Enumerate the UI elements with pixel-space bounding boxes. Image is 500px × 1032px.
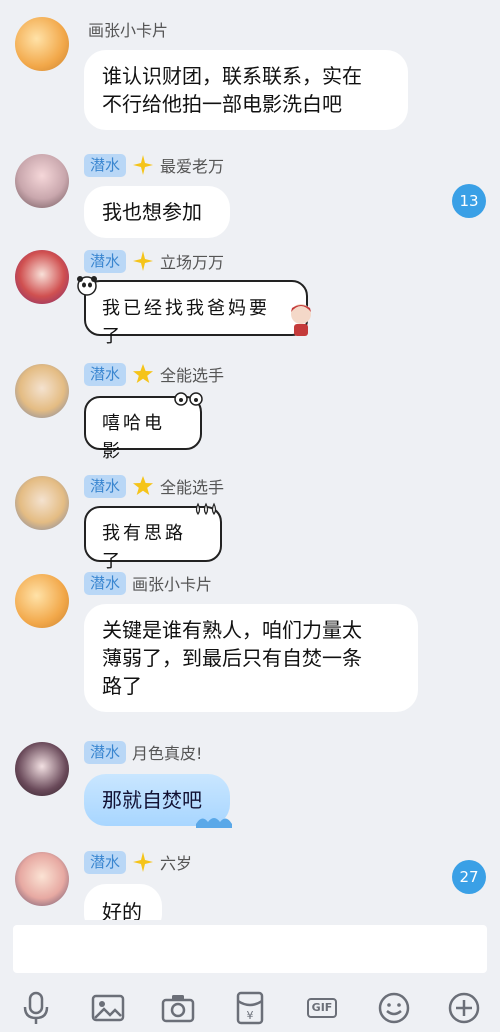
svg-text:¥: ¥ bbox=[247, 1009, 254, 1022]
member-badge: 潜水 bbox=[84, 740, 127, 764]
member-badge: 潜水 bbox=[84, 850, 127, 874]
sender-meta: 潜水 画张小卡片 bbox=[84, 570, 212, 596]
sender-meta: 潜水 最爱老万 bbox=[84, 152, 224, 178]
avatar[interactable] bbox=[15, 250, 69, 304]
sparkle-icon bbox=[133, 155, 154, 175]
microphone-icon[interactable] bbox=[18, 990, 54, 1026]
member-badge: 潜水 bbox=[84, 571, 127, 595]
message-text-line: 不行给他拍一部电影洗白吧 bbox=[102, 92, 342, 116]
sender-meta: 画张小卡片 bbox=[88, 16, 168, 42]
avatar[interactable] bbox=[15, 364, 69, 418]
sender-name: 六岁 bbox=[160, 854, 193, 873]
unread-count-badge[interactable]: 13 bbox=[452, 184, 486, 218]
avatar[interactable] bbox=[15, 17, 69, 71]
member-badge: 潜水 bbox=[84, 153, 127, 177]
sender-name: 立场万万 bbox=[160, 253, 225, 272]
character-sticker-icon bbox=[291, 304, 311, 336]
message-text-line: 谁认识财团，联系联系，实在 bbox=[102, 64, 362, 88]
panda-sticker-icon bbox=[77, 276, 97, 296]
unread-count-badge[interactable]: 27 bbox=[452, 860, 486, 894]
input-bar: ¥ GIF bbox=[0, 920, 500, 1032]
message-bubble[interactable]: 谁认识财团，联系联系，实在 不行给他拍一部电影洗白吧 bbox=[84, 50, 408, 130]
camera-icon[interactable] bbox=[160, 990, 196, 1026]
input-toolbar: ¥ GIF bbox=[0, 990, 500, 1030]
sparkle-icon bbox=[133, 852, 154, 872]
sender-name: 月色真皮! bbox=[132, 744, 203, 763]
star-icon bbox=[133, 476, 154, 495]
message-text: 我已经找我爸妈要了 bbox=[102, 298, 270, 347]
avatar[interactable] bbox=[15, 476, 69, 530]
message-text-line: 关键是谁有熟人，咱们力量太 bbox=[102, 618, 362, 642]
sparkle-icon bbox=[133, 251, 154, 271]
member-badge: 潜水 bbox=[84, 249, 127, 273]
sender-meta: 潜水 月色真皮! bbox=[84, 739, 202, 765]
avatar[interactable] bbox=[15, 574, 69, 628]
sender-meta: 潜水 全能选手 bbox=[84, 361, 224, 387]
wave-decoration-icon bbox=[196, 818, 232, 828]
member-badge: 潜水 bbox=[84, 474, 127, 498]
sender-meta: 潜水 立场万万 bbox=[84, 248, 224, 274]
gif-button[interactable]: GIF bbox=[302, 990, 342, 1026]
message-text: 好的 bbox=[102, 900, 142, 920]
message-text: 我也想参加 bbox=[102, 200, 202, 224]
gif-label: GIF bbox=[306, 998, 338, 1018]
message-bubble[interactable]: 我已经找我爸妈要了 bbox=[84, 280, 308, 347]
plus-icon[interactable] bbox=[446, 990, 482, 1026]
star-icon bbox=[133, 364, 154, 383]
chat-area[interactable]: 画张小卡片 谁认识财团，联系联系，实在 不行给他拍一部电影洗白吧 潜水 最爱老万… bbox=[0, 0, 500, 920]
avatar[interactable] bbox=[15, 742, 69, 796]
member-badge: 潜水 bbox=[84, 362, 127, 386]
image-icon[interactable] bbox=[90, 990, 126, 1026]
avatar[interactable] bbox=[15, 852, 69, 906]
message-text-line: 薄弱了，到最后只有自焚一条 bbox=[102, 646, 362, 670]
message-text: 我有思路了 bbox=[102, 523, 186, 572]
message-bubble[interactable]: 好的 bbox=[84, 884, 162, 920]
message-text: 那就自焚吧 bbox=[102, 788, 202, 812]
sweat-drops-icon bbox=[195, 502, 217, 516]
sender-name: 全能选手 bbox=[160, 366, 225, 385]
sender-name: 全能选手 bbox=[160, 478, 225, 497]
message-text-line: 路了 bbox=[102, 674, 142, 698]
red-packet-icon[interactable]: ¥ bbox=[232, 990, 268, 1026]
sender-meta: 潜水 全能选手 bbox=[84, 473, 224, 499]
eyes-decoration-icon bbox=[174, 392, 203, 406]
sender-name: 画张小卡片 bbox=[132, 575, 213, 594]
emoji-icon[interactable] bbox=[376, 990, 412, 1026]
message-bubble[interactable]: 我也想参加 bbox=[84, 186, 230, 238]
message-bubble[interactable]: 关键是谁有熟人，咱们力量太 薄弱了，到最后只有自焚一条 路了 bbox=[84, 604, 418, 712]
message-input[interactable] bbox=[13, 925, 487, 973]
message-text: 嘻哈电影 bbox=[102, 413, 165, 462]
sender-name: 最爱老万 bbox=[160, 157, 225, 176]
sender-meta: 潜水 六岁 bbox=[84, 849, 192, 875]
avatar[interactable] bbox=[15, 154, 69, 208]
sender-name: 画张小卡片 bbox=[88, 21, 169, 40]
